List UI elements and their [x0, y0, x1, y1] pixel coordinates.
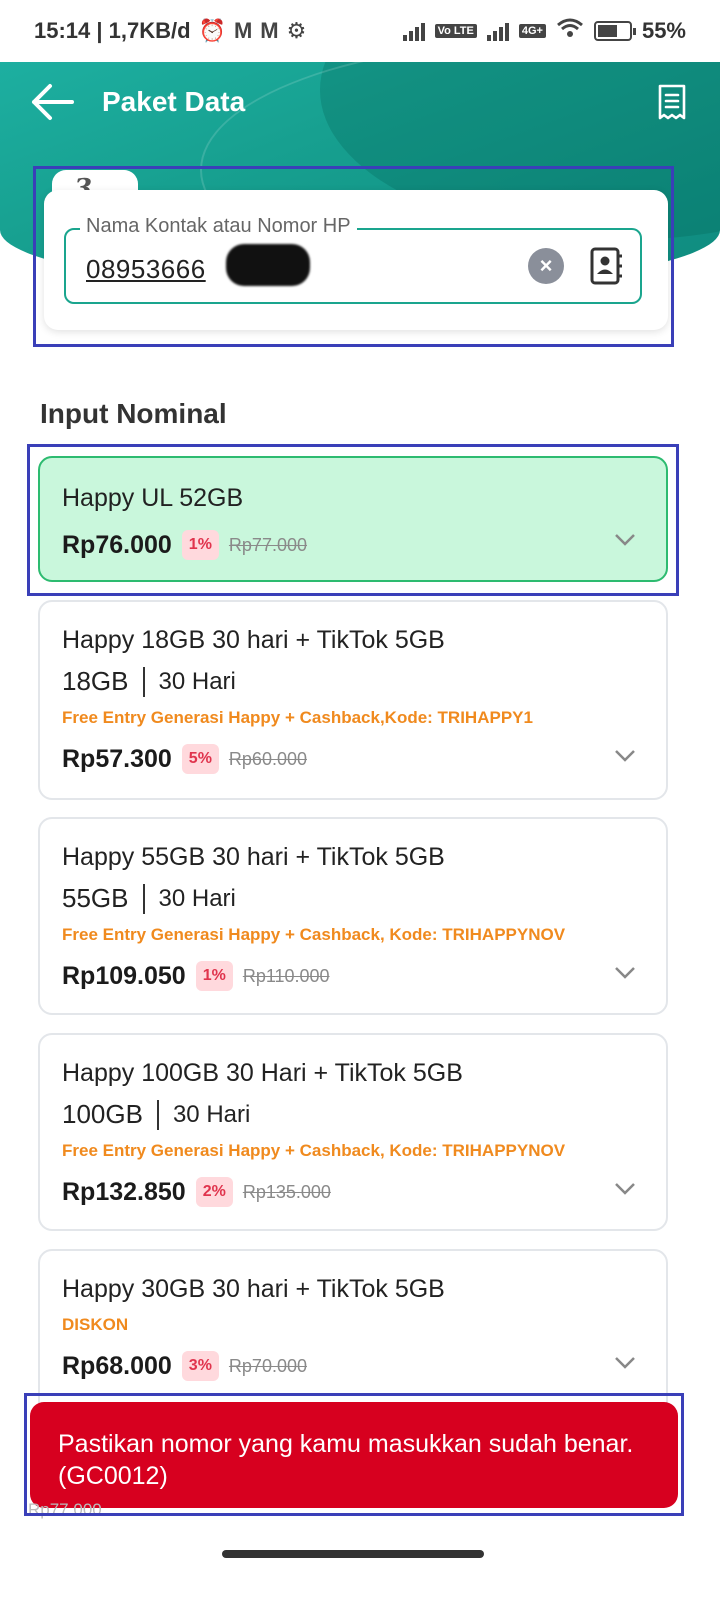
package-item[interactable]: Happy UL 52GB Rp76.000 1% Rp77.000	[38, 456, 668, 582]
discount-badge: 3%	[181, 1351, 219, 1381]
back-button[interactable]	[24, 74, 80, 130]
price-row: Rp132.850 2% Rp135.000	[62, 1177, 331, 1207]
discount-badge: 5%	[181, 744, 219, 774]
meta-divider	[156, 1099, 159, 1130]
signal-4g-icon	[486, 21, 509, 41]
chevron-down-icon[interactable]	[614, 528, 636, 550]
original-price: Rp60.000	[228, 748, 307, 769]
package-duration: 30 Hari	[158, 884, 236, 912]
battery-percent: 55%	[641, 18, 686, 43]
home-indicator[interactable]	[222, 1550, 484, 1558]
package-meta: 100GB 30 Hari	[62, 1099, 250, 1130]
package-quota: 18GB	[62, 666, 129, 696]
meta-divider	[142, 666, 145, 697]
chevron-down-icon[interactable]	[614, 1351, 636, 1373]
hidden-price-text: Rp77.000	[28, 1500, 102, 1519]
status-left: 15:14 | 1,7KB/d ⏰ M M ⚙	[34, 18, 306, 44]
price-row: Rp57.300 5% Rp60.000	[62, 744, 307, 774]
receipt-icon	[658, 84, 686, 120]
status-bar: 15:14 | 1,7KB/d ⏰ M M ⚙ Vo LTE 4G+ 55%	[0, 0, 720, 62]
settings-gear-icon: ⚙	[286, 18, 307, 43]
contact-picker-button[interactable]	[586, 244, 626, 288]
promo-text: Free Entry Generasi Happy + Cashback, Ko…	[62, 925, 566, 944]
chevron-down-icon[interactable]	[614, 1177, 636, 1199]
package-price: Rp109.050	[62, 961, 186, 990]
price-row: Rp76.000 1% Rp77.000	[62, 530, 307, 560]
redaction-mark	[226, 244, 310, 286]
history-button[interactable]	[648, 78, 696, 126]
package-name: Happy 100GB 30 Hari + TikTok 5GB	[62, 1059, 463, 1087]
package-quota: 55GB	[62, 883, 129, 913]
package-name: Happy 55GB 30 hari + TikTok 5GB	[62, 843, 445, 871]
discount-badge: 2%	[195, 1177, 233, 1207]
gmail-icon: M	[233, 18, 253, 43]
network-type-icon: 4G+	[518, 24, 546, 38]
meta-divider	[142, 883, 145, 914]
battery-icon	[593, 21, 636, 41]
package-price: Rp132.850	[62, 1177, 186, 1206]
status-time: 15:14 | 1,7KB/d	[34, 18, 191, 43]
error-toast: Pastikan nomor yang kamu masukkan sudah …	[30, 1402, 678, 1508]
discount-badge: 1%	[181, 530, 219, 560]
wifi-icon	[556, 17, 584, 45]
original-price: Rp77.000	[228, 534, 307, 555]
clear-input-button[interactable]: ×	[528, 248, 564, 284]
promo-text: DISKON	[62, 1315, 129, 1334]
arrow-left-icon	[32, 84, 74, 120]
promo-text: Free Entry Generasi Happy + Cashback,Kod…	[62, 708, 533, 727]
package-name: Happy UL 52GB	[62, 484, 244, 512]
package-price: Rp68.000	[62, 1351, 172, 1380]
original-price: Rp135.000	[242, 1181, 331, 1202]
contact-book-icon	[590, 247, 622, 285]
original-price: Rp110.000	[242, 965, 330, 986]
volte-icon: Vo LTE	[434, 24, 477, 38]
package-name: Happy 30GB 30 hari + TikTok 5GB	[62, 1275, 445, 1303]
package-duration: 30 Hari	[158, 667, 236, 695]
package-name: Happy 18GB 30 hari + TikTok 5GB	[62, 626, 445, 654]
phone-number-field[interactable]: Nama Kontak atau Nomor HP 089536666 ×	[64, 215, 642, 304]
chevron-down-icon[interactable]	[614, 961, 636, 983]
package-price: Rp76.000	[62, 530, 172, 559]
gmail-icon-2: M	[260, 18, 279, 43]
package-item[interactable]: Happy 100GB 30 Hari + TikTok 5GB 100GB 3…	[38, 1033, 668, 1231]
discount-badge: 1%	[195, 961, 233, 991]
package-price: Rp57.300	[62, 744, 172, 773]
section-title: Input Nominal	[40, 398, 227, 429]
price-row: Rp68.000 3% Rp70.000	[62, 1351, 307, 1381]
status-right: Vo LTE 4G+ 55%	[402, 17, 686, 45]
phone-input-card: Nama Kontak atau Nomor HP 089536666 ×	[44, 190, 668, 330]
package-meta: 18GB 30 Hari	[62, 666, 236, 697]
chevron-down-icon[interactable]	[614, 744, 636, 766]
alarm-icon: ⏰	[198, 18, 226, 43]
price-row: Rp109.050 1% Rp110.000	[62, 961, 330, 991]
promo-text: Free Entry Generasi Happy + Cashback, Ko…	[62, 1141, 566, 1160]
phone-field-label: Nama Kontak atau Nomor HP	[80, 215, 357, 238]
package-duration: 30 Hari	[172, 1100, 251, 1128]
page-title: Paket Data	[102, 86, 246, 117]
package-meta: 55GB 30 Hari	[62, 883, 236, 914]
package-item[interactable]: Happy 18GB 30 hari + TikTok 5GB 18GB 30 …	[38, 600, 668, 800]
app-bar: Paket Data	[0, 62, 720, 142]
package-item[interactable]: Happy 55GB 30 hari + TikTok 5GB 55GB 30 …	[38, 817, 668, 1015]
package-quota: 100GB	[62, 1099, 143, 1129]
close-icon: ×	[539, 253, 553, 278]
original-price: Rp70.000	[228, 1355, 307, 1376]
signal-icon	[402, 21, 425, 41]
